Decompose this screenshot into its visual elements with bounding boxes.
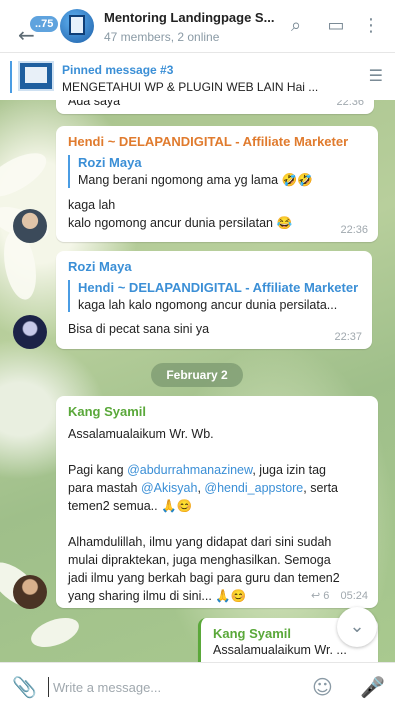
message-list[interactable]: Ada saya 22:36 Hendi ~ DELAPANDIGITAL - … (0, 100, 395, 662)
search-icon[interactable]: ⌕ (285, 15, 307, 37)
message-bubble[interactable]: Hendi ~ DELAPANDIGITAL - Affiliate Marke… (56, 126, 378, 242)
emoji-icon[interactable]: ☺ (312, 675, 333, 699)
chat-subtitle: 47 members, 2 online (104, 30, 220, 44)
pinned-title: Pinned message #3 (62, 63, 174, 77)
chat-icon[interactable]: ▭ (325, 15, 347, 37)
message-bubble[interactable]: Ada saya 22:36 (56, 100, 374, 114)
mention-link[interactable]: @hendi_appstore (204, 481, 303, 495)
avatar[interactable] (13, 575, 47, 609)
unread-badge: ..75 (30, 16, 59, 32)
mention-link[interactable]: @abdurrahmanazinew (127, 463, 252, 477)
sender-name[interactable]: Hendi ~ DELAPANDIGITAL - Affiliate Marke… (68, 134, 366, 149)
sender-name[interactable]: Kang Syamil (68, 404, 366, 419)
reply-count: 6 (323, 590, 330, 602)
pinned-thumbnail (18, 61, 54, 91)
reply-quote[interactable]: Rozi Maya Mang berani ngomong ama yg lam… (68, 155, 366, 188)
message-input[interactable] (48, 677, 288, 697)
chevron-down-icon[interactable]: ⌄ (337, 607, 377, 647)
mic-icon[interactable]: 🎤 (360, 675, 385, 699)
composer: 📎 ☺ 🎤 (0, 662, 395, 710)
chat-header: ← ..75 Mentoring Landingpage S... 47 mem… (0, 0, 395, 52)
pinned-message-bar[interactable]: Pinned message #3 MENGETAHUI WP & PLUGIN… (0, 52, 395, 100)
message-bubble[interactable]: Rozi Maya Hendi ~ DELAPANDIGITAL - Affil… (56, 251, 372, 349)
mention-link[interactable]: @Akisyah (141, 481, 197, 495)
sender-name[interactable]: Rozi Maya (68, 259, 360, 274)
pinned-text: MENGETAHUI WP & PLUGIN WEB LAIN Hai ... (62, 80, 319, 94)
reply-quote[interactable]: Hendi ~ DELAPANDIGITAL - Affiliate Marke… (68, 280, 360, 312)
avatar[interactable] (13, 209, 47, 243)
attach-icon[interactable]: 📎 (12, 675, 37, 699)
back-button[interactable]: ← ..75 (8, 10, 59, 47)
avatar[interactable] (13, 315, 47, 349)
message-bubble[interactable]: Kang Syamil Assalamualaikum Wr. Wb. Pagi… (56, 396, 378, 608)
group-avatar[interactable] (60, 9, 94, 43)
unpin-icon[interactable]: ☰ (369, 66, 383, 85)
more-vert-icon[interactable]: ⋮ (360, 15, 382, 37)
reply-icon[interactable]: ↩ (311, 589, 320, 602)
date-separator: February 2 (151, 363, 243, 387)
chat-title[interactable]: Mentoring Landingpage S... (104, 10, 274, 25)
